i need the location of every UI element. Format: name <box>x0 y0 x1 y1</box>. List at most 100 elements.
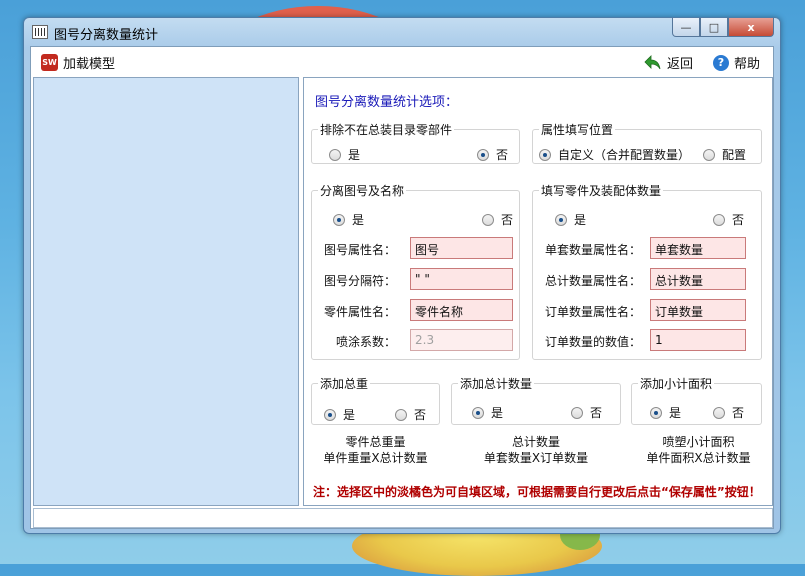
radio-icon <box>571 406 583 419</box>
radio-icon <box>539 148 551 161</box>
fill-qty-no-radio[interactable]: 否 <box>713 211 744 228</box>
attr-config-label: 配置 <box>722 148 747 162</box>
subtotal-area-formula: 喷塑小计面积 单件面积X总计数量 <box>626 434 771 466</box>
total-count-no-radio[interactable]: 否 <box>571 404 602 421</box>
exclude-no-label: 否 <box>496 148 509 162</box>
attr-custom-label: 自定义（合并配置数量） <box>558 148 691 162</box>
help-icon: ? <box>713 54 729 71</box>
radio-icon <box>472 406 484 419</box>
radio-icon <box>333 213 345 226</box>
fill-qty-yes-radio[interactable]: 是 <box>555 211 586 228</box>
total-qty-label: 总计数量属性名： <box>544 274 641 288</box>
load-model-button[interactable]: SW 加载模型 <box>41 53 115 72</box>
part-attr-label: 零件属性名： <box>323 305 396 319</box>
minimize-button[interactable]: — <box>672 18 700 37</box>
unit-qty-input[interactable]: 单套数量 <box>650 237 746 259</box>
window-title: 图号分离数量统计 <box>54 28 159 43</box>
separate-group: 分离图号及名称 是 否 图号属性名： 图号 图号分隔符： " " 零件属性名： … <box>311 182 520 360</box>
total-weight-no-label: 否 <box>414 408 427 422</box>
client-area: SW 加载模型 返回 ? 帮助 图号分离数量统计选项： 排除不在总装目录零部件 … <box>30 46 774 529</box>
subtotal-area-group: 添加小计面积 是 否 <box>631 375 762 425</box>
attr-position-group: 属性填写位置 自定义（合并配置数量） 配置 <box>532 121 762 164</box>
solidworks-icon: SW <box>41 54 58 71</box>
back-label: 返回 <box>667 57 694 72</box>
total-count-formula-expr: 单套数量X订单数量 <box>483 451 589 465</box>
window-controls: — □ x <box>672 18 774 37</box>
total-count-formula: 总计数量 单套数量X订单数量 <box>451 434 621 466</box>
help-label: 帮助 <box>734 57 761 72</box>
total-weight-legend: 添加总重 <box>320 377 369 391</box>
app-window: 图号分离数量统计 — □ x SW 加载模型 返回 ? 帮助 图号分离数量统计选… <box>23 17 781 534</box>
total-weight-group: 添加总重 是 否 <box>311 375 440 425</box>
minimize-icon: — <box>680 20 692 34</box>
maximize-button[interactable]: □ <box>700 18 728 37</box>
separator-input[interactable]: " " <box>410 268 513 290</box>
attr-position-legend: 属性填写位置 <box>541 123 614 137</box>
total-count-yes-radio[interactable]: 是 <box>472 404 503 421</box>
radio-icon <box>477 148 489 161</box>
app-icon[interactable] <box>32 25 48 39</box>
subtotal-area-formula-expr: 单件面积X总计数量 <box>646 451 751 465</box>
separate-yes-radio[interactable]: 是 <box>333 211 364 228</box>
total-count-formula-title: 总计数量 <box>511 435 560 449</box>
exclude-group: 排除不在总装目录零部件 是 否 <box>311 121 520 164</box>
order-num-input[interactable]: 1 <box>650 329 746 351</box>
hint-note: 注：选择区中的淡橘色为可自填区域，可根据需要自行更改后点击“保存属性”按钮！ <box>313 485 761 499</box>
subtotal-area-formula-title: 喷塑小计面积 <box>662 435 735 449</box>
radio-icon <box>713 406 725 419</box>
total-weight-yes-radio[interactable]: 是 <box>324 406 355 423</box>
load-model-label: 加载模型 <box>63 57 116 72</box>
toolbar: SW 加载模型 返回 ? 帮助 <box>31 47 773 77</box>
subtotal-area-no-label: 否 <box>732 406 745 420</box>
total-count-no-label: 否 <box>590 406 603 420</box>
radio-icon <box>329 148 341 161</box>
drawing-attr-label: 图号属性名： <box>323 243 396 257</box>
attr-config-radio[interactable]: 配置 <box>703 146 746 163</box>
total-weight-yes-label: 是 <box>343 408 356 422</box>
model-tree-pane[interactable] <box>33 77 299 506</box>
status-bar <box>33 508 773 528</box>
back-arrow-icon <box>644 54 661 69</box>
order-qty-input[interactable]: 订单数量 <box>650 299 746 321</box>
separate-yes-label: 是 <box>352 213 365 227</box>
separator-label: 图号分隔符： <box>323 274 396 288</box>
total-count-legend: 添加总计数量 <box>460 377 533 391</box>
fill-qty-group: 填写零件及装配体数量 是 否 单套数量属性名： 单套数量 总计数量属性名： 总计… <box>532 182 762 360</box>
drawing-attr-input[interactable]: 图号 <box>410 237 513 259</box>
exclude-legend: 排除不在总装目录零部件 <box>320 123 453 137</box>
separate-no-radio[interactable]: 否 <box>482 211 513 228</box>
total-weight-formula: 零件总重量 单件重量X总计数量 <box>311 434 440 466</box>
attr-custom-radio[interactable]: 自定义（合并配置数量） <box>539 146 690 163</box>
unit-qty-label: 单套数量属性名： <box>544 243 641 257</box>
exclude-yes-label: 是 <box>348 148 361 162</box>
exclude-no-radio[interactable]: 否 <box>477 146 508 163</box>
total-qty-input[interactable]: 总计数量 <box>650 268 746 290</box>
total-count-group: 添加总计数量 是 否 <box>451 375 621 425</box>
subtotal-area-legend: 添加小计面积 <box>640 377 713 391</box>
separate-legend: 分离图号及名称 <box>320 184 405 198</box>
part-attr-input[interactable]: 零件名称 <box>410 299 513 321</box>
fill-qty-legend: 填写零件及装配体数量 <box>541 184 662 198</box>
exclude-yes-radio[interactable]: 是 <box>329 146 360 163</box>
maximize-icon: □ <box>708 20 720 34</box>
radio-icon <box>703 148 715 161</box>
subtotal-area-no-radio[interactable]: 否 <box>713 404 744 421</box>
title-bar[interactable]: 图号分离数量统计 — □ x <box>24 18 780 46</box>
help-button[interactable]: ? 帮助 <box>713 53 760 72</box>
radio-icon <box>555 213 567 226</box>
order-num-label: 订单数量的数值： <box>544 335 641 349</box>
coating-coef-input: 2.3 <box>410 329 513 351</box>
subtotal-area-yes-label: 是 <box>669 406 682 420</box>
options-pane: 图号分离数量统计选项： 排除不在总装目录零部件 是 否 属性填写位置 自定义（合… <box>303 77 773 506</box>
order-qty-label: 订单数量属性名： <box>544 305 641 319</box>
fill-qty-no-label: 否 <box>732 213 745 227</box>
total-weight-formula-title: 零件总重量 <box>345 435 406 449</box>
radio-icon <box>713 213 725 226</box>
coating-coef-label: 喷涂系数： <box>335 335 396 349</box>
close-button[interactable]: x <box>728 18 774 37</box>
separate-no-label: 否 <box>501 213 514 227</box>
radio-icon <box>482 213 494 226</box>
subtotal-area-yes-radio[interactable]: 是 <box>650 404 681 421</box>
back-button[interactable]: 返回 <box>644 53 693 72</box>
total-weight-no-radio[interactable]: 否 <box>395 406 426 423</box>
